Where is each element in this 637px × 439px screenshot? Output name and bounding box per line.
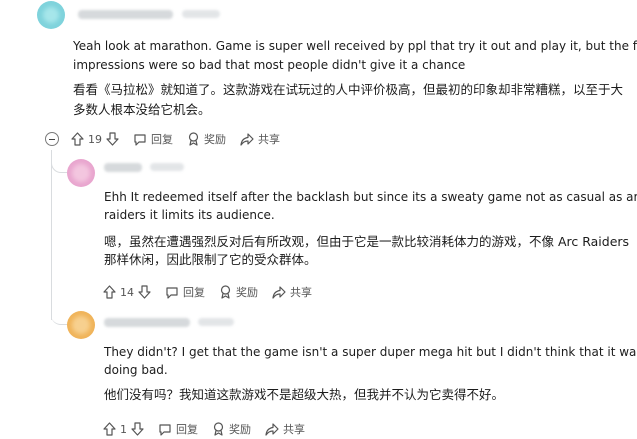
- collapse-icon[interactable]: [45, 132, 59, 146]
- upvote-button[interactable]: [103, 422, 116, 436]
- username[interactable]: [78, 10, 173, 19]
- share-button[interactable]: 共享: [272, 284, 312, 300]
- reply-label: 回复: [183, 286, 205, 299]
- comment-text-en: impressions were so bad that most people…: [73, 58, 466, 72]
- award-label: 奖励: [236, 286, 258, 299]
- downvote-icon: [138, 285, 151, 299]
- award-button[interactable]: 奖励: [187, 131, 226, 147]
- downvote-button[interactable]: [138, 285, 151, 299]
- award-label: 奖励: [204, 133, 226, 146]
- upvote-icon: [103, 422, 116, 436]
- reply-icon: [166, 286, 178, 299]
- award-icon: [188, 132, 199, 146]
- upvote-icon: [103, 285, 116, 299]
- award-button[interactable]: 奖励: [212, 421, 251, 437]
- reply-button[interactable]: 回复: [165, 284, 205, 300]
- username[interactable]: [104, 318, 190, 327]
- comment-text-en: Yeah look at marathon. Game is super wel…: [73, 39, 637, 53]
- avatar[interactable]: [37, 1, 65, 29]
- comment-text-en: raiders it limits its audience.: [104, 208, 275, 222]
- comment-text-zh: 多数人根本没给它机会。: [73, 102, 211, 117]
- share-label: 共享: [258, 133, 280, 146]
- vote-count: 19: [88, 132, 102, 146]
- comment-text-en: Ehh It redeemed itself after the backlas…: [104, 190, 637, 204]
- upvote-button[interactable]: [71, 132, 84, 146]
- share-icon: [272, 285, 286, 299]
- comment-text-zh: 嗯，虽然在遭遇强烈反对后有所改观，但由于它是一款比较消耗体力的游戏，不像 Arc…: [104, 234, 630, 249]
- vote-count: 1: [120, 422, 127, 436]
- thread-line: [51, 150, 68, 173]
- share-icon: [265, 422, 279, 436]
- comment-text-zh: 他们没有吗？我知道这款游戏不是超级大热，但我并不认为它卖得不好。: [104, 387, 505, 402]
- reply-icon: [134, 133, 146, 146]
- timestamp: [150, 163, 184, 171]
- comment-text-en: doing bad.: [104, 363, 168, 377]
- comment-actions: 1 回复 奖励 共享: [103, 420, 319, 438]
- upvote-icon: [71, 132, 84, 146]
- vote-count: 14: [120, 285, 134, 299]
- downvote-icon: [131, 422, 144, 436]
- comment-text-zh: 那样休闲，因此限制了它的受众群体。: [104, 252, 317, 267]
- share-icon: [240, 132, 254, 146]
- award-icon: [213, 422, 224, 436]
- downvote-button[interactable]: [131, 422, 144, 436]
- avatar[interactable]: [67, 311, 95, 339]
- comment-actions: 14 回复 奖励 共享: [103, 283, 326, 301]
- comment-actions: 19 回复 奖励 共享: [71, 130, 294, 148]
- share-label: 共享: [290, 286, 312, 299]
- thread-line: [51, 150, 52, 320]
- share-button[interactable]: 共享: [265, 421, 305, 437]
- reply-icon: [159, 423, 171, 436]
- award-icon: [220, 285, 231, 299]
- upvote-button[interactable]: [103, 285, 116, 299]
- reply-button[interactable]: 回复: [158, 421, 198, 437]
- reply-label: 回复: [151, 133, 173, 146]
- reply-button[interactable]: 回复: [133, 131, 173, 147]
- timestamp: [182, 10, 220, 18]
- thread-line: [51, 300, 67, 325]
- reply-label: 回复: [176, 423, 198, 436]
- downvote-button[interactable]: [106, 132, 119, 146]
- award-button[interactable]: 奖励: [219, 284, 258, 300]
- share-button[interactable]: 共享: [240, 131, 280, 147]
- avatar[interactable]: [67, 159, 95, 187]
- award-label: 奖励: [229, 423, 251, 436]
- downvote-icon: [106, 132, 119, 146]
- comment-text-en: They didn't? I get that the game isn't a…: [104, 345, 637, 359]
- timestamp: [198, 318, 234, 326]
- username[interactable]: [104, 163, 142, 172]
- comment-text-zh: 看看《马拉松》就知道了。这款游戏在试玩过的人中评价极高，但最初的印象却非常糟糕，…: [73, 82, 624, 97]
- share-label: 共享: [283, 423, 305, 436]
